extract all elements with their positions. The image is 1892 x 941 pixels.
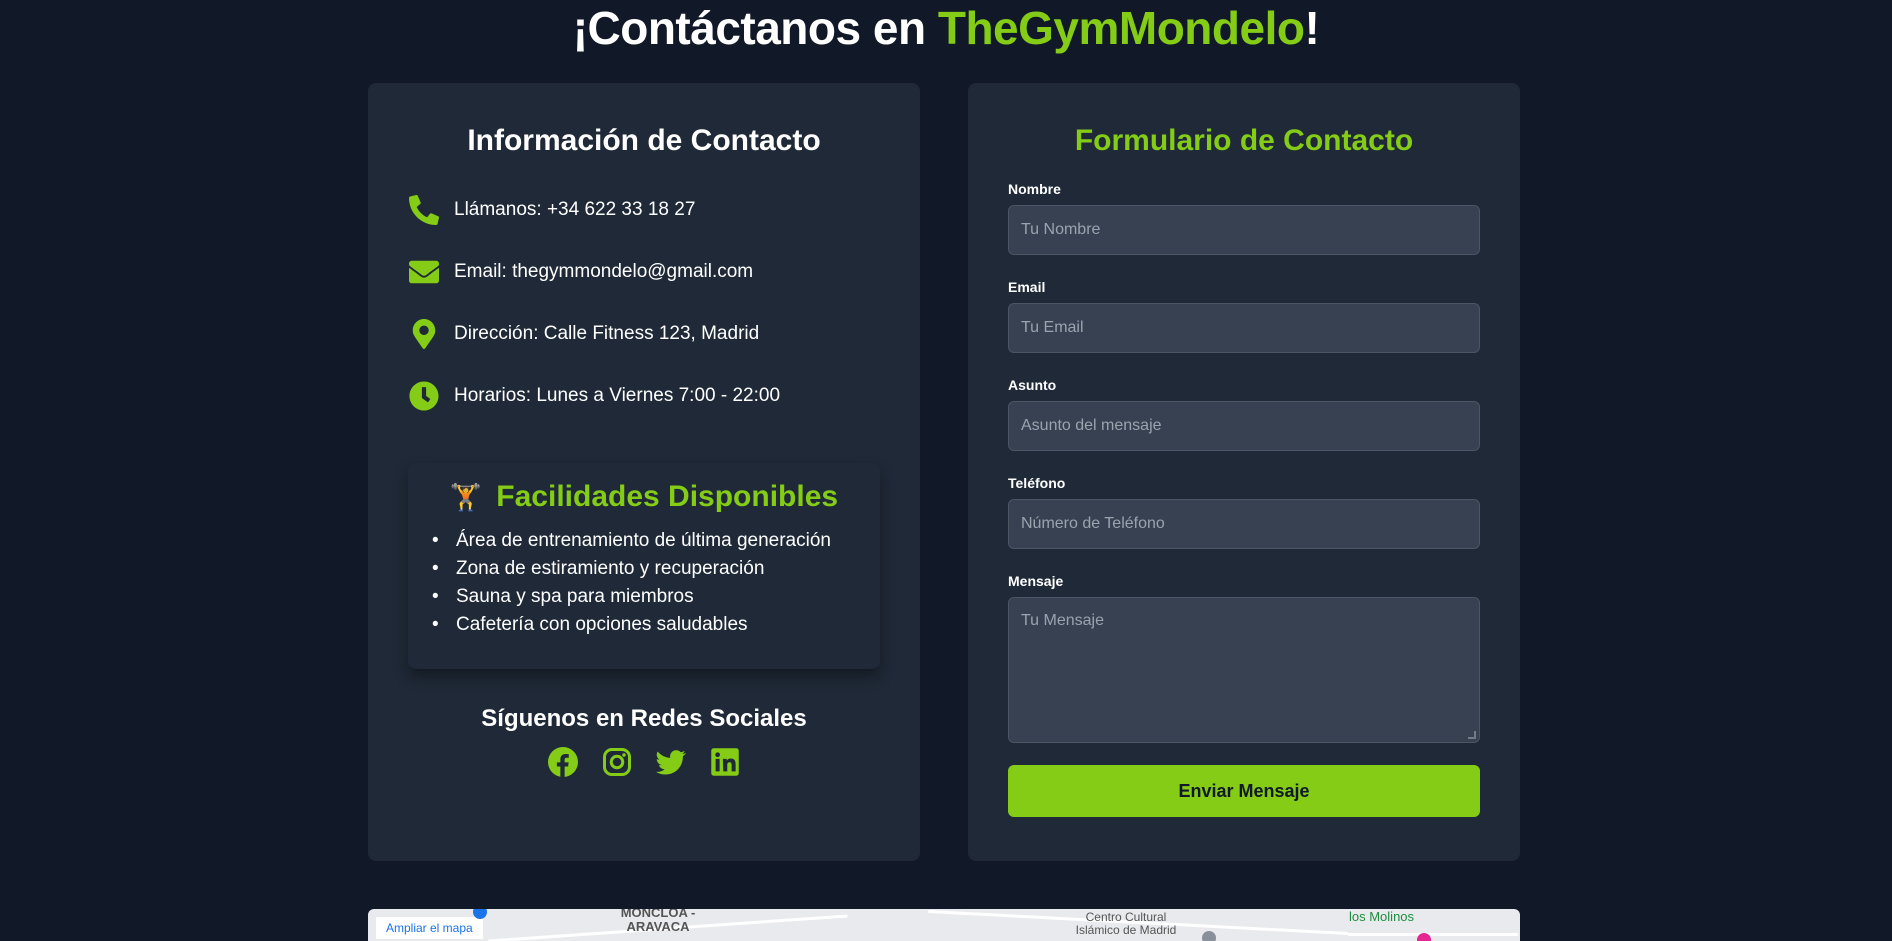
contact-info-card: Información de Contacto Llámanos: +34 62… [368,83,920,861]
map-marker-icon[interactable] [1202,931,1216,941]
map-label-moncloa: MONCLOA - ARAVACA [620,909,696,934]
message-textarea[interactable]: Tu Mensaje [1008,597,1480,743]
message-label: Mensaje [1008,573,1064,589]
page-title: ¡Contáctanos en TheGymMondelo! [0,2,1892,54]
contact-info-heading: Información de Contacto [467,124,821,157]
facilities-list: Área de entrenamiento de última generaci… [408,527,880,639]
phone-label: Teléfono [1008,475,1066,491]
map-marker-icon[interactable] [1417,933,1431,941]
subject-placeholder: Asunto del mensaje [1021,417,1162,434]
contact-hours-row: Horarios: Lunes a Viernes 7:00 - 22:00 [408,365,920,427]
subject-input[interactable]: Asunto del mensaje [1008,401,1480,451]
facilities-header: 🏋️ Facilidades Disponibles [408,477,880,517]
contact-phone-text: Llámanos: +34 622 33 18 27 [454,199,696,220]
resize-handle-icon[interactable] [1468,731,1476,739]
social-heading: Síguenos en Redes Sociales [481,705,807,732]
list-item: Zona de estiramiento y recuperación [432,555,880,583]
page-title-suffix: ! [1304,2,1320,54]
envelope-icon [408,256,440,288]
facilities-title: Facilidades Disponibles [496,480,839,513]
twitter-icon[interactable] [656,747,686,777]
map-pin-icon [408,318,440,350]
phone-icon [408,194,440,226]
map-label-centro-cultural: Centro Cultural Islámico de Madrid [1075,910,1177,937]
contact-form-card: Formulario de Contacto Nombre Tu Nombre … [968,83,1520,861]
name-input[interactable]: Tu Nombre [1008,205,1480,255]
expand-map-link[interactable]: Ampliar el mapa [376,917,483,939]
facilities-box: 🏋️ Facilidades Disponibles Área de entre… [408,463,880,669]
contact-form: Nombre Tu Nombre Email Tu Email Asunto A… [968,181,1520,817]
contact-info-list: Llámanos: +34 622 33 18 27 Email: thegym… [368,179,920,427]
map-label-los-molinos: los Molinos [1349,909,1415,924]
contact-hours-text: Horarios: Lunes a Viernes 7:00 - 22:00 [454,385,781,406]
send-message-button[interactable]: Enviar Mensaje [1008,765,1480,817]
list-item: Cafetería con opciones saludables [432,611,880,639]
clock-icon [408,380,440,412]
facebook-icon[interactable] [548,747,578,777]
email-label: Email [1008,279,1046,295]
map-embed[interactable]: Ampliar el mapa MONCLOA - ARAVACA Centro… [368,909,1520,941]
subject-label: Asunto [1008,377,1057,393]
list-item: Área de entrenamiento de última generaci… [432,527,880,555]
contact-form-heading: Formulario de Contacto [1074,124,1414,157]
contact-email-text: Email: thegymmondelo@gmail.com [454,261,754,282]
social-links [368,747,920,777]
email-input[interactable]: Tu Email [1008,303,1480,353]
email-placeholder: Tu Email [1021,319,1084,336]
contact-address-text: Dirección: Calle Fitness 123, Madrid [454,323,760,344]
linkedin-icon[interactable] [710,747,740,777]
list-item: Sauna y spa para miembros [432,583,880,611]
contact-address-row: Dirección: Calle Fitness 123, Madrid [408,303,920,365]
weightlifter-icon: 🏋️ [449,481,483,512]
phone-input[interactable]: Número de Teléfono [1008,499,1480,549]
message-placeholder: Tu Mensaje [1021,612,1104,629]
contact-email-row: Email: thegymmondelo@gmail.com [408,241,920,303]
page-title-prefix: ¡Contáctanos en [572,2,938,54]
name-label: Nombre [1008,181,1061,197]
contact-phone-row: Llámanos: +34 622 33 18 27 [408,179,920,241]
page-title-brand: TheGymMondelo [937,2,1305,54]
map-marker-icon[interactable] [473,909,487,919]
phone-placeholder: Número de Teléfono [1021,515,1165,532]
instagram-icon[interactable] [602,747,632,777]
map-road [1348,933,1518,936]
name-placeholder: Tu Nombre [1021,221,1101,238]
